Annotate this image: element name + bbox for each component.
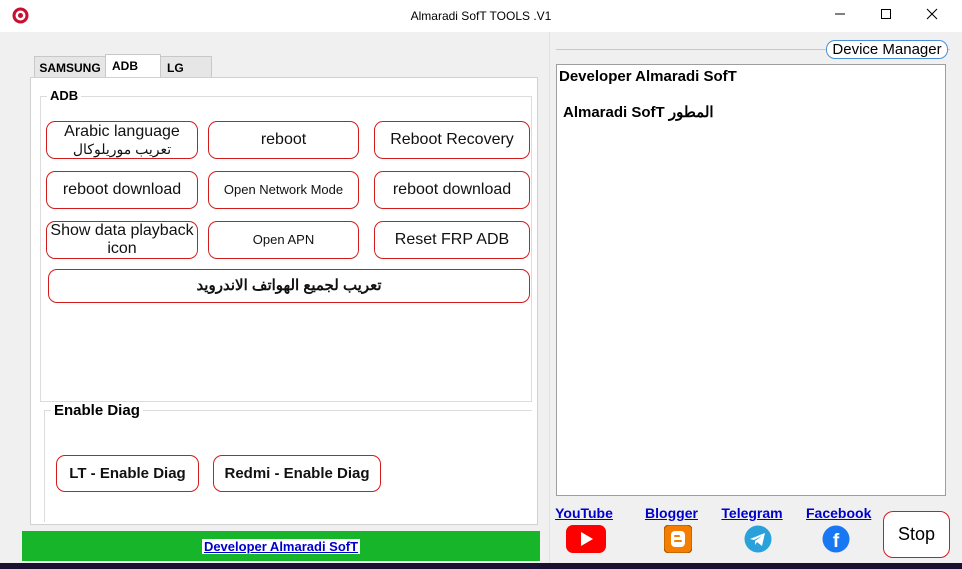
tab-samsung[interactable]: SAMSUNG [34,56,106,78]
facebook-icon[interactable]: f [822,525,850,558]
minimize-icon [834,7,846,25]
adb-group-label: ADB [47,88,82,103]
blogger-icon[interactable] [663,524,693,558]
reboot-recovery-button[interactable]: Reboot Recovery [374,121,530,159]
show-data-playback-sublabel: icon [107,240,137,257]
reboot-button[interactable]: reboot [208,121,359,159]
status-bar: Developer Almaradi SofT [22,531,540,561]
show-data-playback-button[interactable]: Show data playback icon [46,221,198,259]
svg-text:f: f [833,531,840,552]
show-data-playback-label: Show data playback [50,221,194,239]
tab-adb[interactable]: ADB [105,54,161,78]
youtube-link[interactable]: YouTube [555,505,613,521]
adb-tab-panel: ADB Arabic language تعريب موريلوكال rebo… [30,77,538,525]
lt-enable-diag-button[interactable]: LT - Enable Diag [56,455,199,492]
youtube-icon[interactable] [566,525,606,558]
telegram-icon[interactable] [744,525,772,558]
open-network-mode-button[interactable]: Open Network Mode [208,171,359,209]
facebook-link[interactable]: Facebook [806,505,871,521]
minimize-button[interactable] [817,0,863,32]
open-apn-button[interactable]: Open APN [208,221,359,259]
arabic-language-sublabel: تعريب موريلوكال [72,141,172,158]
reboot-download-button-1[interactable]: reboot download [46,171,198,209]
device-manager-button[interactable]: Device Manager [826,40,948,59]
maximize-button[interactable] [863,0,909,32]
main-window: Almaradi SofT TOOLS .V1 SAMSUNG ADB LG A… [0,0,962,563]
arabize-all-phones-button[interactable]: تعريب لجميع الهواتف الاندرويد [48,269,530,303]
title-bar: Almaradi SofT TOOLS .V1 [0,0,962,32]
stop-button[interactable]: Stop [883,511,950,558]
close-button[interactable] [909,0,955,32]
reset-frp-adb-button[interactable]: Reset FRP ADB [374,221,530,259]
tab-lg[interactable]: LG [160,56,212,78]
maximize-icon [880,7,892,25]
redmi-enable-diag-button[interactable]: Redmi - Enable Diag [213,455,381,492]
log-line-developer: Developer Almaradi SofT [559,68,737,85]
close-icon [926,7,938,25]
panel-separator [549,32,550,563]
enable-diag-group-label: Enable Diag [51,402,143,419]
telegram-link[interactable]: Telegram [720,505,784,521]
log-line-developer-arabic: Almaradi SofT المطور [563,104,714,121]
arabic-language-button[interactable]: Arabic language تعريب موريلوكال [46,121,198,159]
reboot-download-button-2[interactable]: reboot download [374,171,530,209]
blogger-link[interactable]: Blogger [644,505,699,521]
log-panel[interactable]: Developer Almaradi SofT Almaradi SofT ال… [556,64,946,496]
status-developer-link[interactable]: Developer Almaradi SofT [201,538,361,554]
arabic-language-label: Arabic language [64,122,180,140]
